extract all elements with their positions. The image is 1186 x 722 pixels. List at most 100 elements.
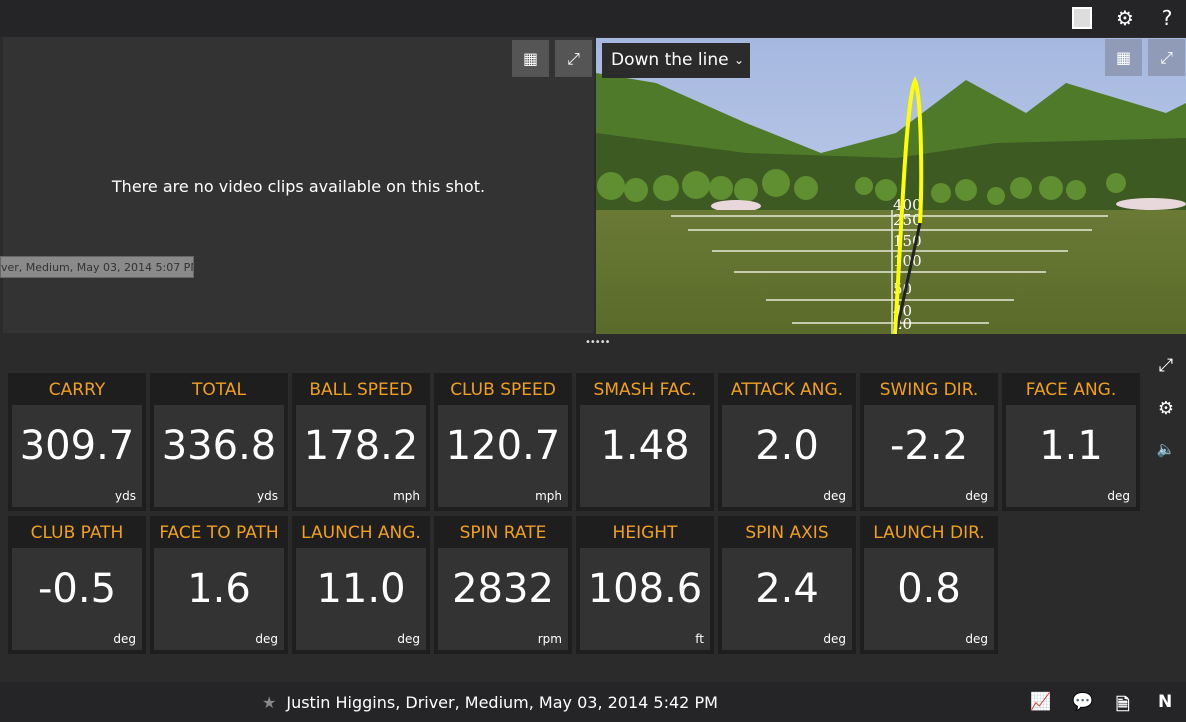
metric-value: -2.2	[889, 423, 969, 469]
metric-value: 336.8	[161, 423, 277, 469]
metric-label: LAUNCH ANG.	[301, 523, 421, 543]
metric-tile-face-ang[interactable]: FACE ANG. 1.1 deg	[1002, 373, 1140, 511]
metric-label: CLUB SPEED	[450, 380, 556, 400]
expand-icon: ⤢	[1160, 47, 1173, 67]
distance-label: 250	[893, 211, 922, 229]
metric-unit: deg	[823, 632, 846, 646]
metrics-panel: CARRY 309.7 yds TOTAL 336.8 yds BALL SPEED 1…	[3, 346, 1146, 680]
metric-value: 108.6	[587, 566, 703, 612]
metric-value: 11.0	[316, 566, 406, 612]
metric-value: 1.1	[1039, 423, 1103, 469]
scene-canvas: 400 250 150 100 50 40 20	[596, 38, 1186, 334]
top-bar: ⚙ ?	[0, 0, 1186, 37]
tablet-icon[interactable]	[1070, 6, 1094, 30]
metric-value: -0.5	[37, 566, 117, 612]
metric-unit: rpm	[537, 632, 562, 646]
metric-box: -0.5 deg	[12, 548, 142, 650]
layout-grid-button[interactable]: ▦	[512, 40, 549, 77]
metric-box: 336.8 yds	[154, 405, 284, 507]
metric-tile-face-to-path[interactable]: FACE TO PATH 1.6 deg	[150, 516, 288, 654]
help-icon[interactable]: ?	[1155, 6, 1179, 30]
view-select[interactable]: Down the line ⌄	[602, 43, 750, 78]
metric-unit: yds	[257, 489, 278, 503]
shot-description: Justin Higgins, Driver, Medium, May 03, …	[286, 693, 718, 712]
metric-label: CLUB PATH	[30, 523, 124, 543]
metric-tile-spin-axis[interactable]: SPIN AXIS 2.4 deg	[718, 516, 856, 654]
expand-icon: ⤢	[567, 48, 580, 68]
metric-label: ATTACK ANG.	[730, 380, 844, 400]
scene-fullscreen-button[interactable]: ⤢	[1148, 39, 1185, 76]
metric-label: HEIGHT	[612, 523, 678, 543]
metric-tile-smash-fac[interactable]: SMASH FAC. 1.48	[576, 373, 714, 511]
metric-tile-club-speed[interactable]: CLUB SPEED 120.7 mph	[434, 373, 572, 511]
star-icon[interactable]: ★	[262, 693, 276, 712]
metric-tile-spin-rate[interactable]: SPIN RATE 2832 rpm	[434, 516, 572, 654]
metric-value: 0.8	[897, 566, 961, 612]
metric-box: 1.1 deg	[1006, 405, 1136, 507]
metric-value: 1.6	[187, 566, 251, 612]
metric-label: BALL SPEED	[309, 380, 413, 400]
metric-unit: deg	[1107, 489, 1130, 503]
metric-unit: yds	[115, 489, 136, 503]
metric-unit: deg	[965, 489, 988, 503]
gear-icon[interactable]: ⚙	[1154, 398, 1178, 422]
metric-box: 178.2 mph	[296, 405, 426, 507]
metric-unit: ft	[695, 632, 704, 646]
metric-value: 1.48	[600, 423, 690, 469]
metric-tile-launch-dir[interactable]: LAUNCH DIR. 0.8 deg	[860, 516, 998, 654]
gear-icon[interactable]: ⚙	[1113, 6, 1137, 30]
metric-box: 2.0 deg	[722, 405, 852, 507]
expand-icon[interactable]: ⤢	[1154, 355, 1178, 379]
fullscreen-button[interactable]: ⤢	[555, 40, 592, 77]
view-select-value: Down the line	[611, 50, 729, 70]
metric-box: 108.6 ft	[580, 548, 710, 650]
metric-unit: deg	[255, 632, 278, 646]
metric-unit: mph	[393, 489, 420, 503]
metric-value: 2.0	[755, 423, 819, 469]
metric-box: 309.7 yds	[12, 405, 142, 507]
grid-icon: ▦	[522, 49, 539, 68]
metric-label: SPIN RATE	[459, 523, 547, 543]
metric-unit: mph	[535, 489, 562, 503]
status-bar: ★ Justin Higgins, Driver, Medium, May 03,…	[0, 682, 1186, 722]
metric-value: 120.7	[445, 423, 561, 469]
metric-box: 1.6 deg	[154, 548, 284, 650]
metric-value: 2832	[452, 566, 554, 612]
metric-box: 11.0 deg	[296, 548, 426, 650]
metric-unit: deg	[823, 489, 846, 503]
metric-box: 2832 rpm	[438, 548, 568, 650]
metric-box: 120.7 mph	[438, 405, 568, 507]
metric-label: FACE ANG.	[1025, 380, 1117, 400]
metric-tile-launch-ang[interactable]: LAUNCH ANG. 11.0 deg	[292, 516, 430, 654]
metric-label: SMASH FAC.	[593, 380, 697, 400]
export-file-icon[interactable]: 🗎	[1116, 692, 1130, 721]
shot-tooltip: ver, Medium, May 03, 2014 5:07 PM	[0, 256, 194, 278]
metric-tile-total[interactable]: TOTAL 336.8 yds	[150, 373, 288, 511]
metric-tile-club-path[interactable]: CLUB PATH -0.5 deg	[8, 516, 146, 654]
metric-label: FACE TO PATH	[159, 523, 279, 543]
no-video-message: There are no video clips available on th…	[111, 177, 486, 196]
metric-label: SPIN AXIS	[745, 523, 829, 543]
chart-icon[interactable]: 📈	[1030, 692, 1051, 712]
metric-tile-swing-dir[interactable]: SWING DIR. -2.2 deg	[860, 373, 998, 511]
n-button[interactable]: N	[1158, 692, 1172, 712]
metric-tile-height[interactable]: HEIGHT 108.6 ft	[576, 516, 714, 654]
scene-layout-button[interactable]: ▦	[1105, 39, 1142, 76]
metric-value: 178.2	[303, 423, 419, 469]
bunker	[1116, 198, 1186, 210]
metric-value: 2.4	[755, 566, 819, 612]
grid-icon: ▦	[1115, 48, 1132, 67]
metric-box: 0.8 deg	[864, 548, 994, 650]
comment-icon[interactable]: 💬	[1072, 692, 1093, 712]
metric-unit: deg	[397, 632, 420, 646]
metric-label: TOTAL	[192, 380, 246, 400]
metric-label: SWING DIR.	[879, 380, 979, 400]
speaker-icon[interactable]: 🔈	[1154, 440, 1178, 464]
metric-tile-attack-ang[interactable]: ATTACK ANG. 2.0 deg	[718, 373, 856, 511]
metric-tile-ball-speed[interactable]: BALL SPEED 178.2 mph	[292, 373, 430, 511]
metric-tile-carry[interactable]: CARRY 309.7 yds	[8, 373, 146, 511]
golf-scene-view[interactable]: 400 250 150 100 50 40 20 Down the line ⌄ …	[596, 38, 1186, 334]
metric-value: 309.7	[19, 423, 135, 469]
video-panel: There are no video clips available on th…	[3, 37, 594, 333]
metric-label: CARRY	[48, 380, 106, 400]
